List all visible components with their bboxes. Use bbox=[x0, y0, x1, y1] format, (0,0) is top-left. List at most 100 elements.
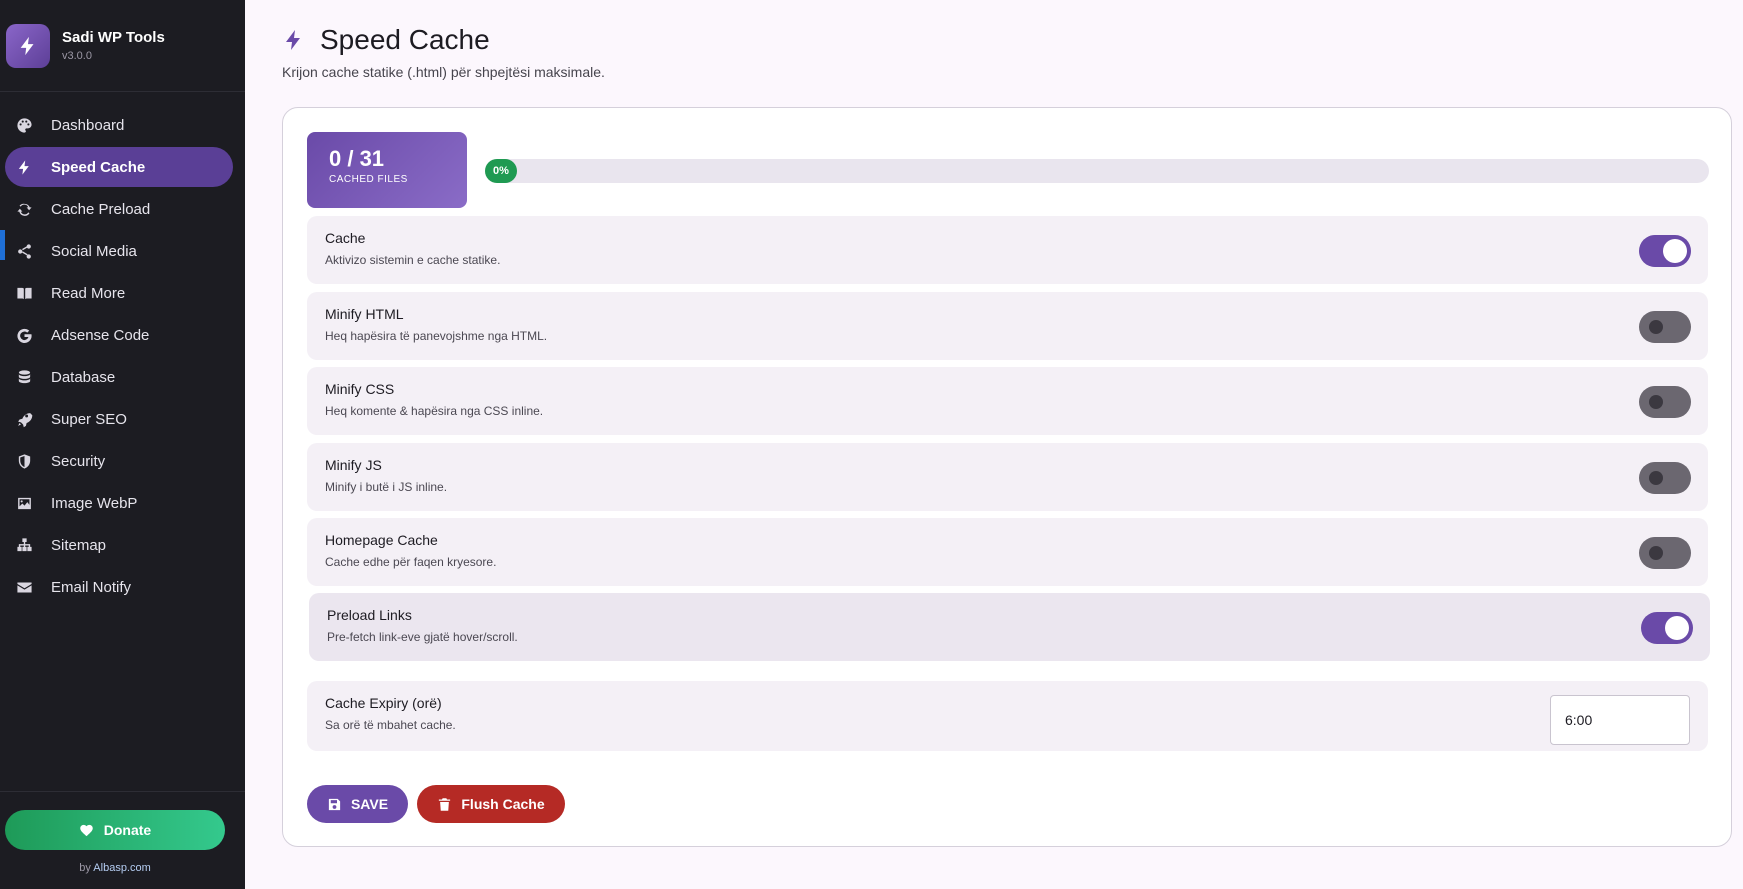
sidebar-item-label: Image WebP bbox=[51, 494, 138, 512]
toggle-knob bbox=[1649, 320, 1663, 334]
cache-toggle[interactable] bbox=[1639, 235, 1691, 267]
setting-desc: Minify i butë i JS inline. bbox=[325, 480, 448, 494]
homepage-cache-toggle[interactable] bbox=[1639, 537, 1691, 569]
database-icon bbox=[15, 368, 33, 386]
toggle-knob bbox=[1665, 616, 1689, 640]
google-icon bbox=[15, 326, 33, 344]
sidebar-item-label: Sitemap bbox=[51, 536, 107, 554]
preload-links-toggle[interactable] bbox=[1641, 612, 1693, 644]
brand-version: v3.0.0 bbox=[62, 50, 92, 62]
sitemap-icon bbox=[15, 536, 33, 554]
brand-title: Sadi WP Tools bbox=[62, 29, 165, 46]
sidebar-item-super-seo[interactable]: Super SEO bbox=[5, 399, 233, 439]
cached-files-stat: 0 / 31 CACHED FILES bbox=[307, 132, 467, 208]
sidebar-item-label: Social Media bbox=[51, 242, 137, 260]
sidebar-item-adsense-code[interactable]: Adsense Code bbox=[5, 315, 233, 355]
trash-icon bbox=[439, 797, 451, 811]
bolt-icon bbox=[6, 23, 50, 68]
sidebar-item-email-notify[interactable]: Email Notify bbox=[5, 567, 233, 607]
setting-name: Preload Links bbox=[327, 607, 412, 623]
flush-cache-button[interactable]: Flush Cache bbox=[417, 785, 565, 823]
setting-desc: Heq hapësira të panevojshme nga HTML. bbox=[325, 329, 548, 343]
toggle-knob bbox=[1649, 395, 1663, 409]
setting-cache: Cache Aktivizo sistemin e cache statike. bbox=[307, 216, 1708, 284]
shield-icon bbox=[15, 452, 33, 470]
setting-name: Minify HTML bbox=[325, 306, 404, 322]
setting-desc: Cache edhe për faqen kryesore. bbox=[325, 555, 497, 569]
flush-label: Flush Cache bbox=[461, 796, 545, 812]
minify-js-toggle[interactable] bbox=[1639, 462, 1691, 494]
setting-minify-css: Minify CSS Heq komente & hapësira nga CS… bbox=[307, 367, 1708, 435]
sidebar-item-label: Dashboard bbox=[51, 116, 125, 134]
setting-desc: Aktivizo sistemin e cache statike. bbox=[325, 253, 501, 267]
sidebar-item-label: Super SEO bbox=[51, 410, 127, 428]
toggle-knob bbox=[1663, 239, 1687, 263]
page-title: Speed Cache bbox=[282, 24, 605, 56]
toggle-knob bbox=[1649, 471, 1663, 485]
sidebar-item-image-webp[interactable]: Image WebP bbox=[5, 483, 233, 523]
image-icon bbox=[15, 494, 33, 512]
credit-link[interactable]: Albasp.com bbox=[93, 862, 150, 874]
sidebar-item-label: Speed Cache bbox=[51, 158, 146, 176]
book-icon bbox=[15, 284, 33, 302]
heart-icon bbox=[80, 824, 93, 836]
setting-desc: Pre-fetch link-eve gjatë hover/scroll. bbox=[327, 630, 518, 644]
brand: Sadi WP Tools v3.0.0 bbox=[0, 0, 245, 92]
stat-value: 0 / 31 bbox=[329, 146, 385, 171]
page-header: Speed Cache Krijon cache statike (.html)… bbox=[282, 24, 605, 80]
cache-expiry-input[interactable] bbox=[1550, 695, 1690, 745]
bolt-icon bbox=[286, 30, 300, 50]
sidebar-item-speed-cache[interactable]: Speed Cache bbox=[5, 147, 233, 187]
sidebar-item-label: Email Notify bbox=[51, 578, 132, 596]
sidebar-item-database[interactable]: Database bbox=[5, 357, 233, 397]
sidebar-item-social-media[interactable]: Social Media bbox=[5, 231, 233, 271]
share-icon bbox=[15, 242, 33, 260]
donate-button[interactable]: Donate bbox=[5, 810, 225, 850]
sync-icon bbox=[15, 200, 33, 218]
minify-css-toggle[interactable] bbox=[1639, 386, 1691, 418]
credit-text: by Albasp.com bbox=[0, 862, 230, 874]
credit-prefix: by bbox=[79, 862, 94, 874]
setting-desc: Heq komente & hapësira nga CSS inline. bbox=[325, 404, 544, 418]
setting-name: Minify CSS bbox=[325, 381, 395, 397]
sidebar-item-read-more[interactable]: Read More bbox=[5, 273, 233, 313]
setting-preload-links: Preload Links Pre-fetch link-eve gjatë h… bbox=[309, 593, 1710, 661]
setting-homepage-cache: Homepage Cache Cache edhe për faqen krye… bbox=[307, 518, 1708, 586]
setting-cache-expiry: Cache Expiry (orë) Sa orë të mbahet cach… bbox=[307, 681, 1708, 751]
progress-fill: 0% bbox=[485, 159, 517, 183]
minify-html-toggle[interactable] bbox=[1639, 311, 1691, 343]
stat-label: CACHED FILES bbox=[329, 174, 408, 185]
setting-name: Minify JS bbox=[325, 457, 382, 473]
cache-progress-bar: 0% bbox=[485, 159, 1709, 183]
setting-minify-html: Minify HTML Heq hapësira të panevojshme … bbox=[307, 292, 1708, 360]
setting-name: Homepage Cache bbox=[325, 532, 438, 548]
setting-minify-js: Minify JS Minify i butë i JS inline. bbox=[307, 443, 1708, 511]
sidebar-item-dashboard[interactable]: Dashboard bbox=[5, 105, 233, 145]
palette-icon bbox=[15, 116, 33, 134]
envelope-icon bbox=[15, 578, 33, 596]
sidebar-item-security[interactable]: Security bbox=[5, 441, 233, 481]
setting-name: Cache Expiry (orë) bbox=[325, 695, 442, 711]
sidebar: Sadi WP Tools v3.0.0 Dashboard Speed Cac… bbox=[0, 0, 245, 889]
setting-name: Cache bbox=[325, 230, 366, 246]
sidebar-item-label: Adsense Code bbox=[51, 326, 150, 344]
rocket-icon bbox=[15, 410, 33, 428]
sidebar-item-label: Cache Preload bbox=[51, 200, 151, 218]
page-title-text: Speed Cache bbox=[320, 24, 490, 55]
floppy-disk-icon bbox=[328, 798, 341, 810]
save-button[interactable]: SAVE bbox=[307, 785, 408, 823]
sidebar-nav: Dashboard Speed Cache Cache Preload Soci… bbox=[5, 105, 233, 609]
setting-desc: Sa orë të mbahet cache. bbox=[325, 718, 456, 732]
sidebar-footer: Donate by Albasp.com bbox=[0, 791, 245, 889]
donate-label: Donate bbox=[103, 822, 152, 838]
settings-card: 0 / 31 CACHED FILES 0% Cache Aktivizo si… bbox=[282, 107, 1732, 847]
page-subtitle: Krijon cache statike (.html) për shpejtë… bbox=[282, 64, 605, 80]
sidebar-item-label: Read More bbox=[51, 284, 126, 302]
bolt-icon bbox=[15, 158, 33, 176]
save-label: SAVE bbox=[350, 796, 389, 812]
sidebar-item-cache-preload[interactable]: Cache Preload bbox=[5, 189, 233, 229]
sidebar-item-label: Database bbox=[51, 368, 116, 386]
toggle-knob bbox=[1649, 546, 1663, 560]
sidebar-item-label: Security bbox=[51, 452, 106, 470]
sidebar-item-sitemap[interactable]: Sitemap bbox=[5, 525, 233, 565]
